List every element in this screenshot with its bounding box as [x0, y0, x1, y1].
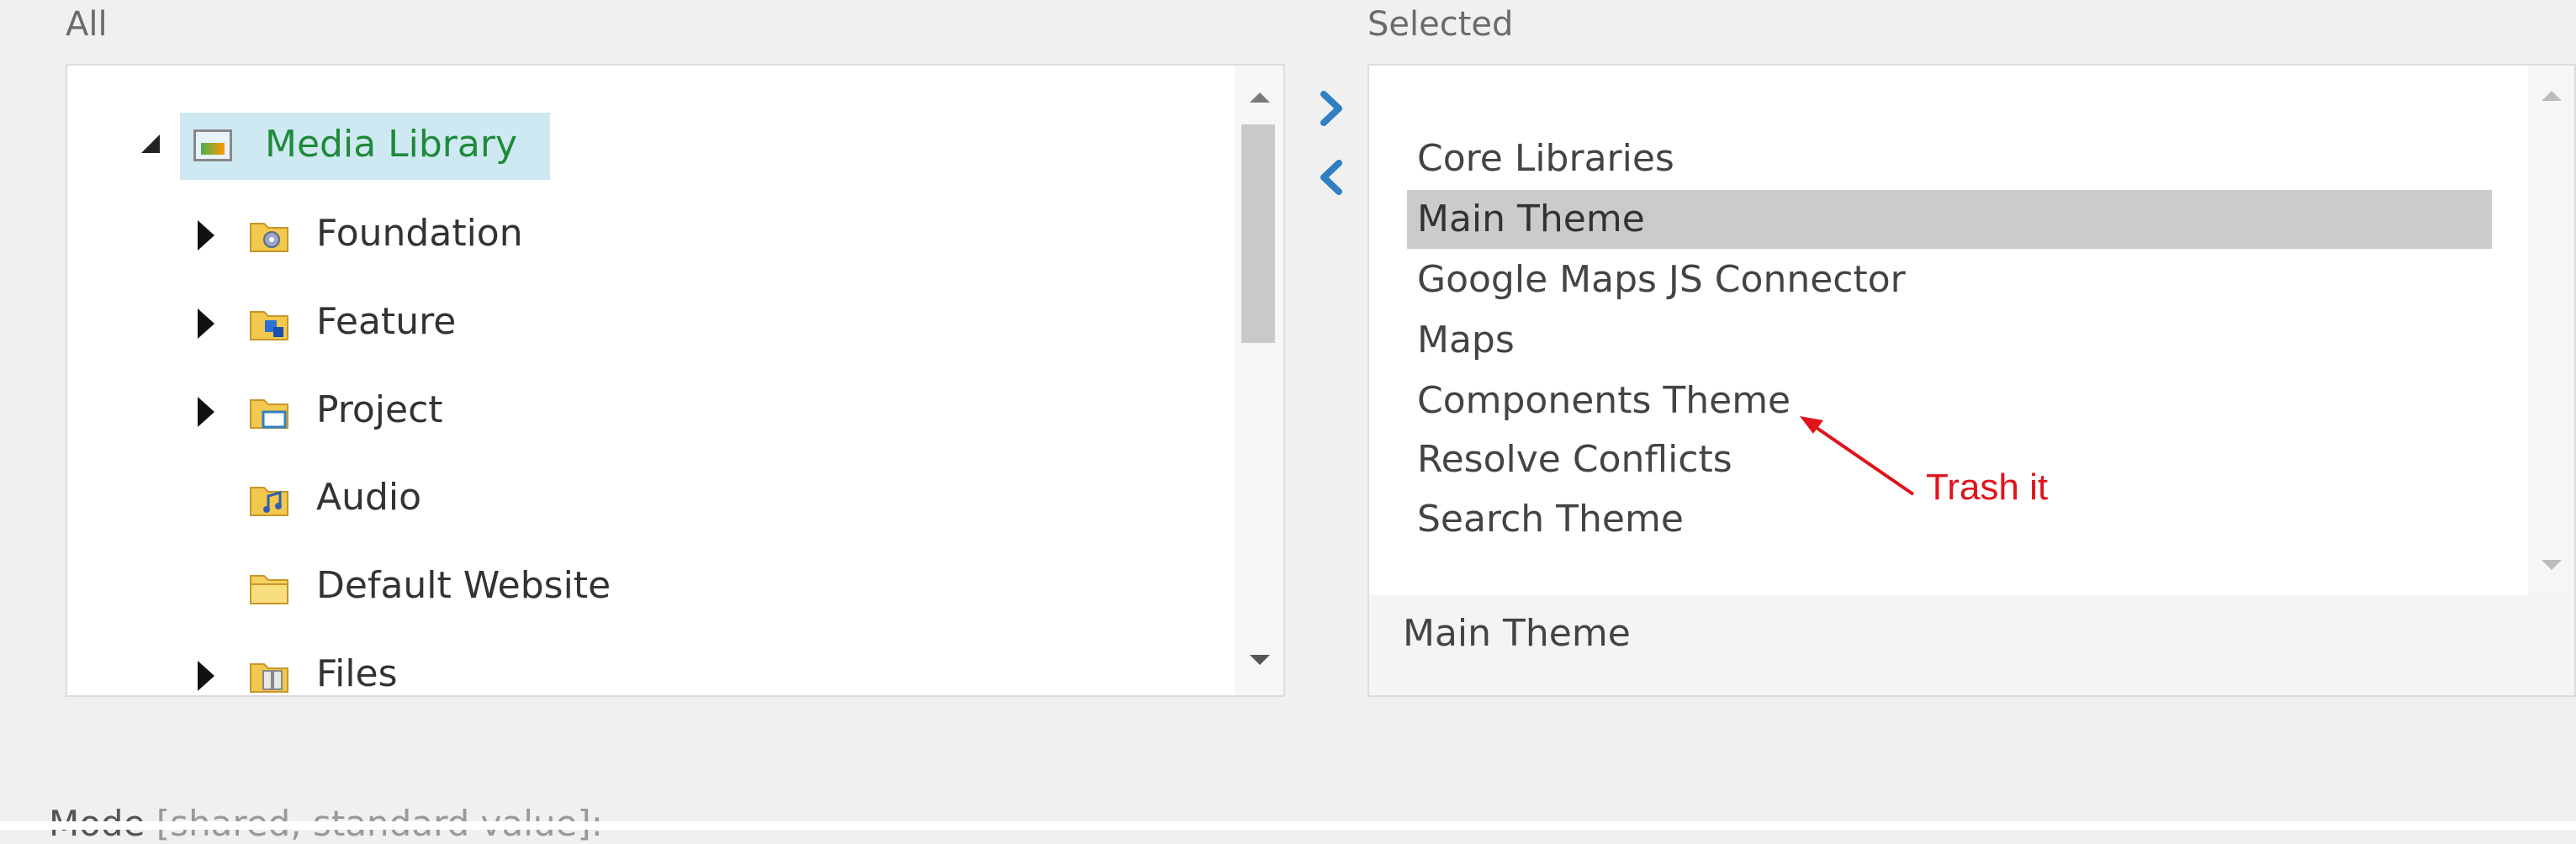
- bottom-edge: [0, 821, 2576, 830]
- annotation-arrow: [1800, 416, 1915, 496]
- annotation-text: Trash it: [1926, 467, 2049, 508]
